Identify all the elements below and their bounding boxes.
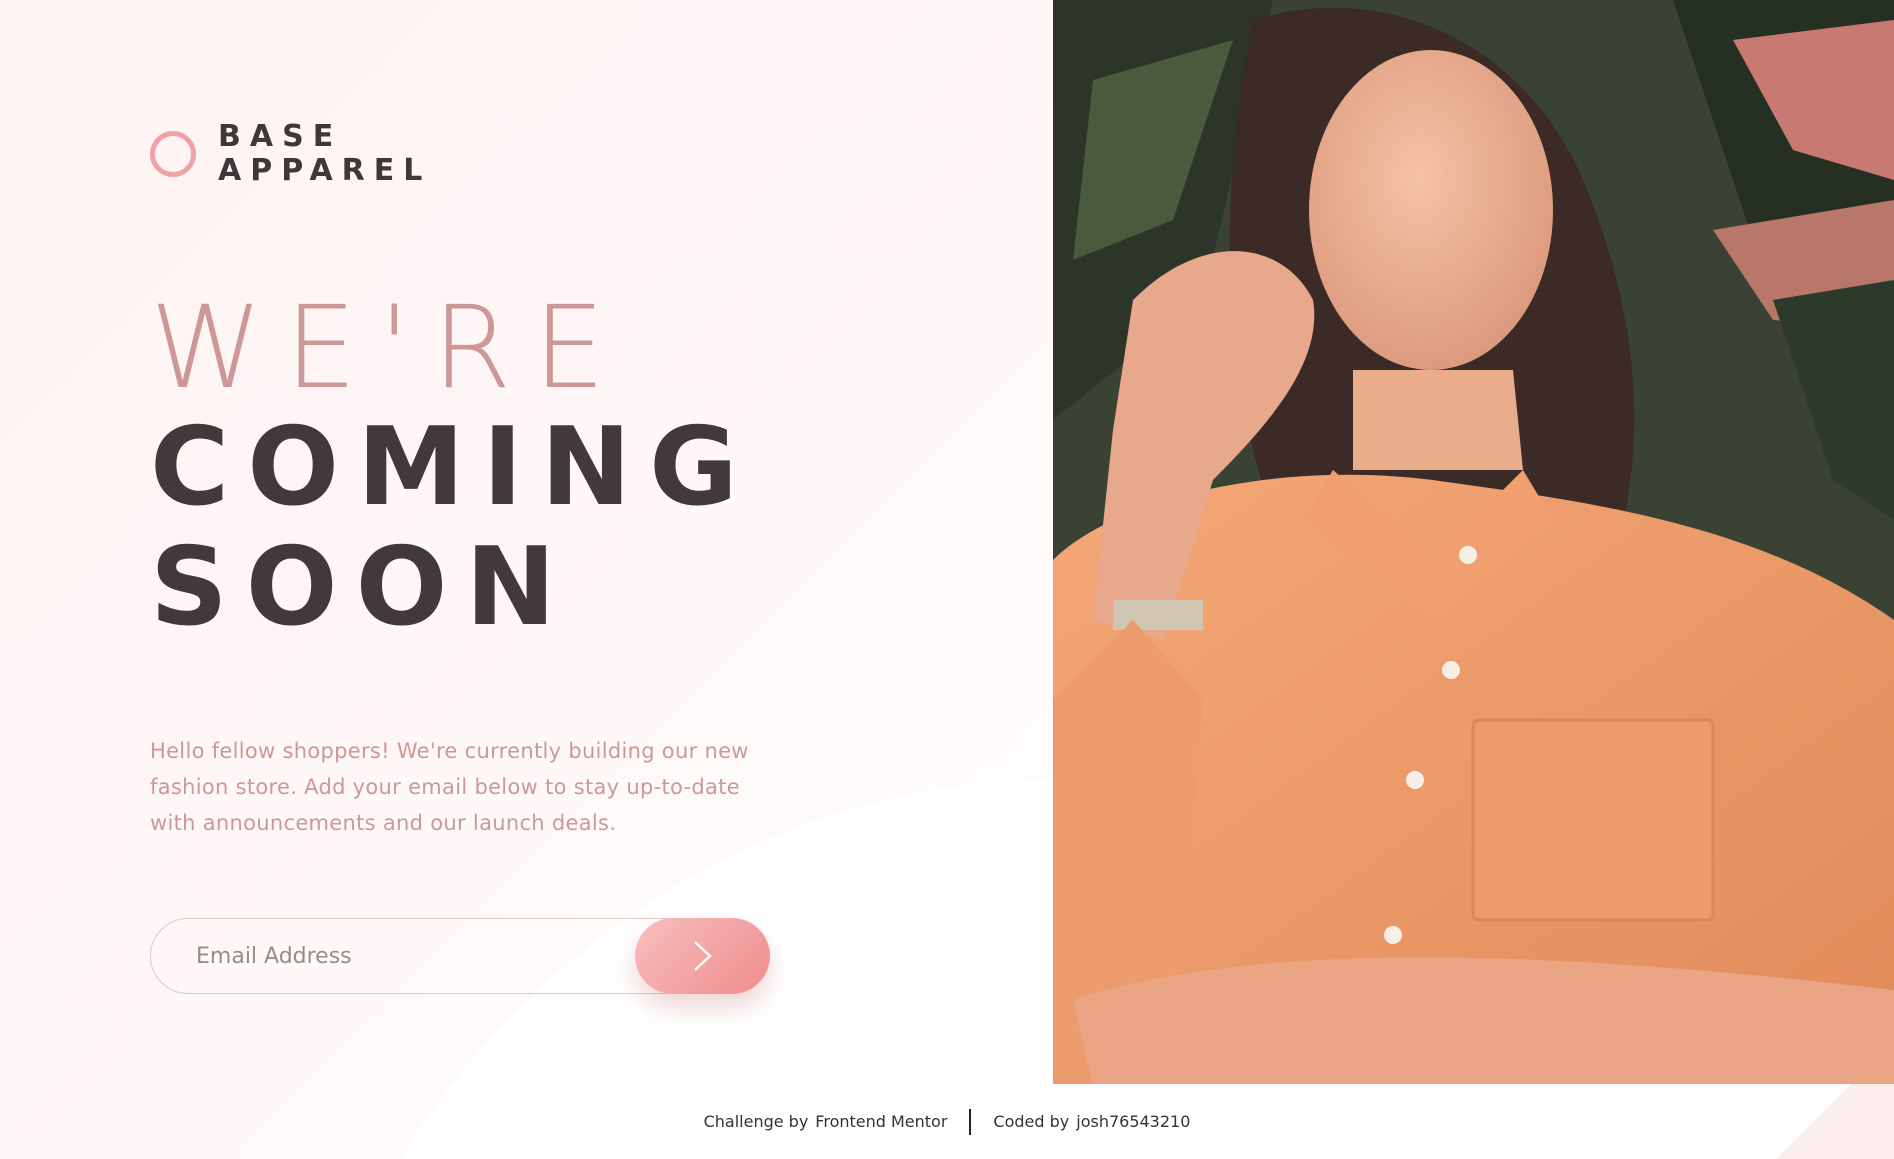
headline-soon: Soon	[150, 525, 574, 650]
email-signup-form	[150, 918, 770, 994]
headline-coming: Coming	[150, 405, 756, 530]
footer-divider	[969, 1108, 972, 1135]
hero-photo-illustration	[1053, 0, 1894, 1084]
frontend-mentor-link[interactable]: Frontend Mentor	[815, 1112, 947, 1131]
brand-logo[interactable]: BASE APPAREL	[150, 120, 431, 188]
intro-paragraph: Hello fellow shoppers! We're currently b…	[150, 739, 749, 835]
page-headline: We're Coming Soon	[150, 288, 756, 648]
chevron-right-icon	[693, 941, 712, 971]
logo-ring-icon	[150, 131, 196, 177]
submit-button[interactable]	[635, 918, 770, 994]
challenge-label: Challenge by	[703, 1112, 809, 1131]
headline-were: We're	[150, 281, 628, 414]
brand-wordmark: BASE APPAREL	[218, 120, 431, 188]
brand-line-1: BASE	[218, 119, 343, 154]
hero-photo	[1053, 0, 1894, 1084]
attribution-footer: Challenge by Frontend Mentor Coded by jo…	[0, 1084, 1894, 1159]
brand-line-2: APPAREL	[218, 153, 432, 188]
coded-by-label: Coded by	[993, 1112, 1070, 1131]
author-link[interactable]: josh76543210	[1076, 1112, 1190, 1131]
